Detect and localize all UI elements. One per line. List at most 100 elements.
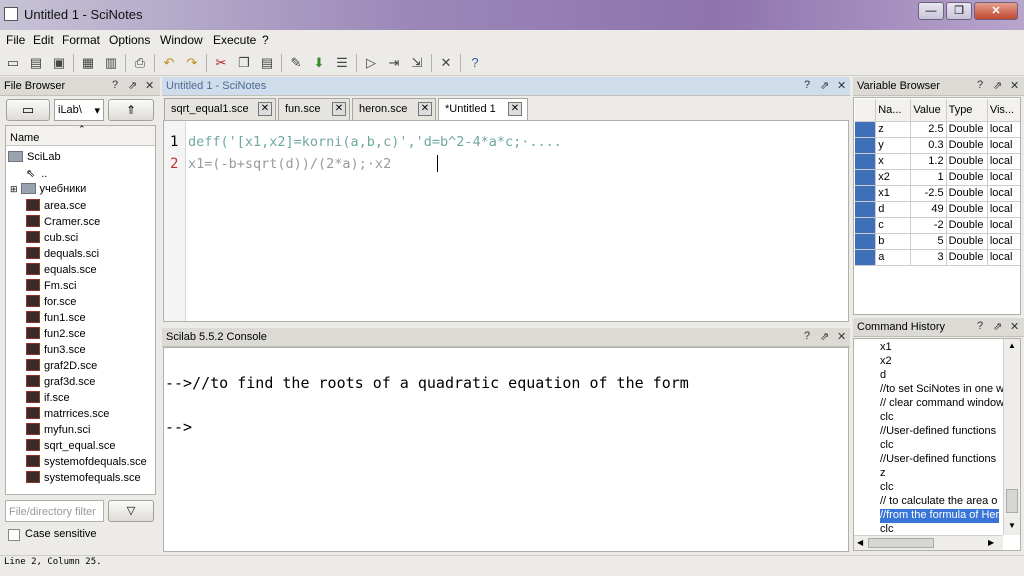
history-item[interactable]: // to calculate the area o: [880, 495, 997, 509]
menu-edit[interactable]: Edit: [33, 33, 54, 47]
vertical-scrollbar[interactable]: ▲ ▼: [1003, 339, 1020, 535]
column-header[interactable]: Value: [910, 99, 947, 122]
variable-row[interactable]: z 2.5 Double local: [855, 121, 1020, 138]
history-item[interactable]: x1: [880, 341, 892, 355]
run-to-icon[interactable]: ⇲: [408, 54, 426, 72]
tools-icon[interactable]: ✕: [437, 54, 455, 72]
save-icon[interactable]: ▣: [50, 54, 68, 72]
copy-icon[interactable]: ❐: [235, 54, 253, 72]
path-combo[interactable]: iLab\ ▾: [54, 99, 104, 121]
file-item[interactable]: fun3.sce: [26, 343, 86, 359]
cut-icon[interactable]: ✂: [212, 54, 230, 72]
menu-help[interactable]: ?: [262, 33, 269, 47]
history-item[interactable]: //from the formula of Her: [880, 509, 1000, 523]
tab-fun[interactable]: fun.sce ✕: [278, 98, 350, 120]
close-icon[interactable]: ✕: [145, 79, 154, 92]
help-icon[interactable]: ?: [977, 79, 983, 91]
tab-untitled-1[interactable]: *Untitled 1 ✕: [438, 98, 528, 120]
file-item[interactable]: myfun.sci: [26, 423, 90, 439]
tree-parent[interactable]: ⇖..: [26, 167, 47, 183]
variable-row[interactable]: b 5 Double local: [855, 233, 1020, 250]
file-item[interactable]: systemofequals.sce: [26, 471, 141, 487]
close-tab-icon[interactable]: ✕: [508, 102, 522, 116]
run-file-icon[interactable]: ▷: [362, 54, 380, 72]
edit-icon[interactable]: ✎: [287, 54, 305, 72]
file-item[interactable]: for.sce: [26, 295, 76, 311]
new-file-icon[interactable]: ▭: [4, 54, 22, 72]
execute-icon[interactable]: ⬇: [310, 54, 328, 72]
column-header[interactable]: Na...: [875, 99, 912, 122]
tree-root[interactable]: SciLab: [8, 151, 61, 167]
open-icon[interactable]: ▤: [27, 54, 45, 72]
file-item[interactable]: fun1.sce: [26, 311, 86, 327]
history-item[interactable]: //to set SciNotes in one w: [880, 383, 1004, 397]
variable-row[interactable]: a 3 Double local: [855, 249, 1020, 266]
name-column-header[interactable]: Name ⌃: [6, 124, 155, 146]
code-line[interactable]: deff('[x1,x2]=korni(a,b,c)','d=b^2-4*a*c…: [188, 134, 562, 150]
history-item[interactable]: z: [880, 467, 886, 481]
menu-execute[interactable]: Execute: [213, 33, 256, 47]
print-icon[interactable]: ⎙: [131, 54, 149, 72]
close-icon[interactable]: ✕: [837, 79, 846, 92]
scroll-right-icon[interactable]: ▶: [988, 538, 994, 547]
file-item[interactable]: systemofdequals.sce: [26, 455, 147, 471]
variable-row[interactable]: c -2 Double local: [855, 217, 1020, 234]
variable-row[interactable]: d 49 Double local: [855, 201, 1020, 218]
help-icon[interactable]: ?: [112, 79, 118, 91]
help-icon[interactable]: ?: [466, 54, 484, 72]
close-icon[interactable]: ✕: [837, 330, 846, 343]
file-item[interactable]: Cramer.sce: [26, 215, 100, 231]
scrollbar-thumb[interactable]: [868, 538, 934, 548]
file-item[interactable]: equals.sce: [26, 263, 97, 279]
file-item[interactable]: Fm.sci: [26, 279, 76, 295]
help-icon[interactable]: ?: [804, 330, 810, 342]
help-icon[interactable]: ?: [977, 320, 983, 332]
help-icon[interactable]: ?: [804, 79, 810, 91]
horizontal-scrollbar[interactable]: ◀ ▶: [854, 535, 1003, 550]
scrollbar-thumb[interactable]: [1006, 489, 1018, 513]
undock-icon[interactable]: ⇗: [820, 79, 829, 92]
close-button[interactable]: ✕: [974, 2, 1018, 20]
history-item[interactable]: x2: [880, 355, 892, 369]
column-header[interactable]: Type: [946, 99, 988, 122]
menu-options[interactable]: Options: [109, 33, 150, 47]
run-from-icon[interactable]: ⇥: [385, 54, 403, 72]
menu-file[interactable]: File: [6, 33, 25, 47]
tab-sqrt-equal1[interactable]: sqrt_equal1.sce ✕: [164, 98, 276, 120]
print-preview-icon[interactable]: ▥: [102, 54, 120, 72]
file-item[interactable]: dequals.sci: [26, 247, 99, 263]
scroll-left-icon[interactable]: ◀: [857, 538, 863, 547]
scroll-down-icon[interactable]: ▼: [1008, 521, 1016, 530]
scroll-up-icon[interactable]: ▲: [1008, 341, 1016, 350]
history-item[interactable]: //User-defined functions: [880, 453, 996, 467]
file-item[interactable]: fun2.sce: [26, 327, 86, 343]
redo-icon[interactable]: ↷: [183, 54, 201, 72]
file-item[interactable]: sqrt_equal.sce: [26, 439, 116, 455]
file-item[interactable]: matrrices.sce: [26, 407, 109, 423]
browse-folder-button[interactable]: ▭: [6, 99, 50, 121]
save-as-icon[interactable]: ▦: [79, 54, 97, 72]
filter-button[interactable]: ▽: [108, 500, 154, 522]
undock-icon[interactable]: ⇗: [993, 320, 1002, 333]
column-header[interactable]: Vis...: [987, 99, 1020, 122]
variable-row[interactable]: y 0.3 Double local: [855, 137, 1020, 154]
close-tab-icon[interactable]: ✕: [418, 102, 432, 116]
case-sensitive-checkbox[interactable]: [8, 529, 20, 541]
history-item[interactable]: //User-defined functions: [880, 425, 996, 439]
undock-icon[interactable]: ⇗: [128, 79, 137, 92]
menu-format[interactable]: Format: [62, 33, 100, 47]
tab-heron[interactable]: heron.sce ✕: [352, 98, 436, 120]
minimize-button[interactable]: —: [918, 2, 944, 20]
undo-icon[interactable]: ↶: [160, 54, 178, 72]
console-prompt[interactable]: -->: [165, 418, 192, 436]
history-item[interactable]: clc: [880, 411, 893, 425]
up-directory-button[interactable]: ⇑: [108, 99, 154, 121]
history-item[interactable]: d: [880, 369, 886, 383]
history-item[interactable]: clc: [880, 439, 893, 453]
close-icon[interactable]: ✕: [1010, 79, 1019, 92]
close-tab-icon[interactable]: ✕: [258, 102, 272, 116]
undock-icon[interactable]: ⇗: [820, 330, 829, 343]
file-item[interactable]: graf2D.sce: [26, 359, 97, 375]
run-icon[interactable]: ☰: [333, 54, 351, 72]
variable-row[interactable]: x1 -2.5 Double local: [855, 185, 1020, 202]
